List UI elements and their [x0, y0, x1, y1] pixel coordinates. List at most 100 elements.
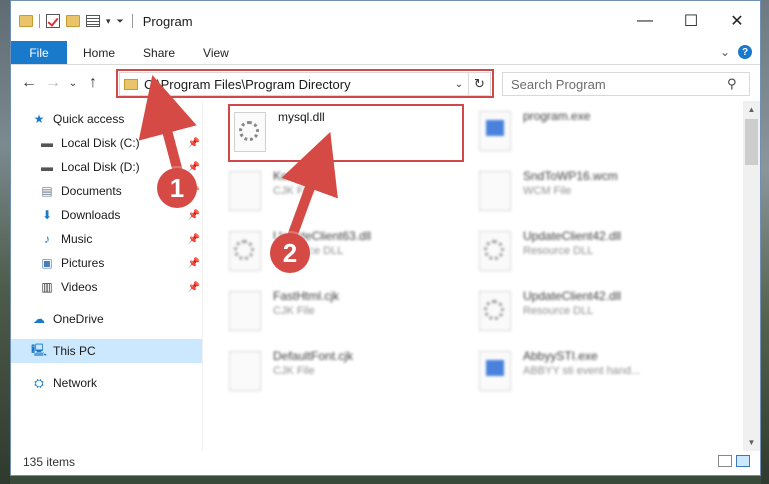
file-meta: program.exe [523, 109, 590, 123]
expand-ribbon-icon[interactable]: ⌄ [720, 45, 730, 59]
title-bar: ▾ ⏷ Program — ☐ ✕ [11, 1, 760, 41]
highlighted-file-mysql-dll[interactable]: mysql.dll [232, 108, 460, 158]
nav-label: This PC [53, 344, 96, 358]
file-name: Koovijk.cjk [273, 169, 330, 183]
properties-icon[interactable] [86, 15, 100, 27]
window-controls: — ☐ ✕ [622, 1, 760, 41]
file-meta: DefaultFont.cjk CJK File [273, 349, 353, 377]
new-folder-icon[interactable] [66, 15, 80, 27]
address-row: ← → ⌄ ↑ C:\Program Files\Program Directo… [11, 65, 760, 101]
large-icons-view-icon[interactable] [736, 455, 750, 467]
close-button[interactable]: ✕ [714, 1, 760, 41]
navigation-pane: ★ Quick access ▬ Local Disk (C:) 📌 ▬ Loc… [11, 101, 203, 451]
address-highlight-box [116, 69, 494, 98]
folder-icon[interactable] [19, 15, 33, 27]
nav-label: Quick access [53, 112, 125, 126]
nav-label: Network [53, 376, 98, 390]
dll-file-icon [479, 291, 511, 331]
search-icon[interactable]: ⚲ [727, 76, 749, 92]
search-input[interactable]: Search Program [511, 77, 727, 92]
file-icon [229, 351, 261, 391]
downloads-icon: ⬇ [41, 208, 53, 222]
back-arrow-icon[interactable]: ← [17, 74, 41, 92]
customize-toolbar-icon[interactable]: ⏷ [117, 16, 124, 27]
file-type: CJK File [273, 365, 315, 377]
file-name: UpdateClient42.dll [523, 289, 622, 303]
file-item[interactable]: DefaultFont.cjk CJK File [223, 347, 463, 395]
tab-view[interactable]: View [189, 41, 243, 64]
nav-item-local-disk-c[interactable]: ▬ Local Disk (C:) 📌 [11, 131, 202, 155]
forward-arrow-icon[interactable]: → [41, 74, 65, 92]
minimize-button[interactable]: — [622, 1, 668, 41]
nav-item-onedrive[interactable]: ☁ OneDrive [11, 307, 202, 331]
file-item[interactable]: FastHtml.cjk CJK File [223, 287, 463, 335]
file-item[interactable]: UpdateClient42.dll Resource DLL [473, 227, 713, 275]
help-icon[interactable]: ? [738, 45, 752, 59]
chevron-down-icon[interactable]: ▾ [106, 16, 111, 27]
nav-label: Pictures [61, 256, 105, 270]
pin-icon[interactable]: 📌 [188, 210, 200, 221]
network-icon: ⛭ [34, 375, 44, 390]
pin-icon[interactable]: 📌 [188, 138, 200, 149]
star-icon: ★ [33, 112, 45, 126]
status-bar: 135 items [11, 449, 760, 475]
pin-icon[interactable]: 📌 [188, 234, 200, 245]
scroll-up-icon[interactable]: ▲ [743, 101, 760, 118]
callout-2: 2 [270, 233, 310, 273]
nav-label: Local Disk (C:) [61, 136, 140, 150]
nav-item-videos[interactable]: ▥ Videos 📌 [11, 275, 202, 299]
scrollbar-thumb[interactable] [745, 119, 758, 165]
tab-file[interactable]: File [11, 41, 67, 64]
up-arrow-icon[interactable]: ↑ [81, 74, 105, 92]
file-icon [229, 291, 261, 331]
drive-icon: ▬ [41, 136, 53, 150]
details-view-icon[interactable] [718, 455, 732, 467]
file-item[interactable]: UpdateClient63.dll Resource DLL [223, 227, 463, 275]
tab-share[interactable]: Share [129, 41, 189, 64]
tab-home[interactable]: Home [67, 41, 129, 64]
file-meta: FastHtml.cjk CJK File [273, 289, 339, 317]
file-name: SndToWP16.wcm [523, 169, 618, 183]
file-type: ABBYY sti event hand... [523, 365, 641, 377]
nav-item-pictures[interactable]: ▣ Pictures 📌 [11, 251, 202, 275]
dll-file-icon [229, 231, 261, 271]
file-name: AbbyySTI.exe [523, 349, 598, 363]
recent-locations-icon[interactable]: ⌄ [65, 78, 81, 89]
nav-item-this-pc[interactable]: 🖳 This PC [11, 339, 202, 363]
nav-item-music[interactable]: ♪ Music 📌 [11, 227, 202, 251]
properties-check-icon[interactable] [46, 14, 60, 28]
pin-icon[interactable]: 📌 [188, 258, 200, 269]
nav-quick-access[interactable]: ★ Quick access [11, 107, 202, 131]
nav-label: Local Disk (D:) [61, 160, 140, 174]
pictures-icon: ▣ [41, 256, 53, 270]
dll-file-icon [234, 112, 266, 152]
file-name: program.exe [523, 109, 591, 123]
pin-icon[interactable]: 📌 [188, 282, 200, 293]
nav-label: Documents [61, 184, 122, 198]
maximize-button[interactable]: ☐ [668, 1, 714, 41]
pin-icon[interactable]: 📌 [188, 162, 200, 173]
nav-label: Music [61, 232, 93, 246]
file-icon [479, 171, 511, 211]
nav-label: Videos [61, 280, 98, 294]
search-box[interactable]: Search Program ⚲ [502, 72, 750, 96]
explorer-window: ▾ ⏷ Program — ☐ ✕ File Home Share View ⌄… [10, 0, 761, 476]
file-item[interactable]: program.exe [473, 107, 713, 155]
file-name: DefaultFont.cjk [273, 349, 354, 363]
file-item[interactable]: UpdateClient42.dll Resource DLL [473, 287, 713, 335]
nav-item-network[interactable]: ⛭ Network [11, 371, 202, 395]
file-meta: SndToWP16.wcm WCM File [523, 169, 618, 197]
gear-icon [239, 121, 259, 141]
vertical-scrollbar[interactable]: ▲ ▼ [743, 101, 760, 451]
exe-file-icon [479, 111, 511, 151]
file-item[interactable]: AbbyySTI.exe ABBYY sti event hand... [473, 347, 713, 395]
file-item[interactable]: SndToWP16.wcm WCM File [473, 167, 713, 215]
file-meta: UpdateClient42.dll Resource DLL [523, 229, 621, 257]
file-item[interactable]: Koovijk.cjk CJK File [223, 167, 463, 215]
drive-icon: ▬ [41, 160, 53, 174]
view-switcher [718, 455, 750, 467]
toolbar-divider [39, 14, 40, 28]
